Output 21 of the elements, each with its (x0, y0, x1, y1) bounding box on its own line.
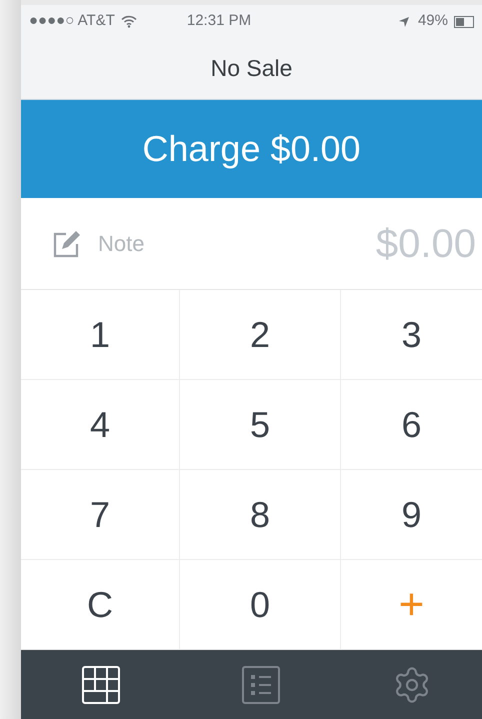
battery-icon (454, 16, 474, 28)
keypad-key[interactable]: 4 (21, 380, 180, 470)
keypad-key[interactable]: 1 (21, 290, 180, 380)
amount-text: $0.00 (376, 220, 476, 268)
location-arrow-icon (398, 16, 410, 28)
note-field[interactable]: Note (98, 227, 218, 260)
carrier-text: ●●●●○ AT&T (29, 11, 115, 32)
wifi-icon (120, 15, 137, 28)
keypad-key[interactable]: 6 (341, 380, 482, 470)
keypad-key[interactable]: 9 (341, 470, 482, 560)
edit-icon (52, 228, 82, 258)
keypad-key[interactable]: 8 (180, 470, 341, 560)
list-icon[interactable] (240, 664, 280, 704)
battery-text: 49% (418, 11, 448, 32)
grid-icon[interactable] (80, 664, 120, 704)
clock-text: 12:31 PM (186, 11, 252, 32)
keypad-key[interactable]: 2 (180, 290, 341, 380)
keypad-key[interactable]: 7 (21, 470, 180, 560)
keypad-key[interactable]: 3 (341, 290, 482, 380)
nav-title: No Sale (210, 54, 292, 84)
keypad-key[interactable]: 5 (180, 380, 341, 470)
